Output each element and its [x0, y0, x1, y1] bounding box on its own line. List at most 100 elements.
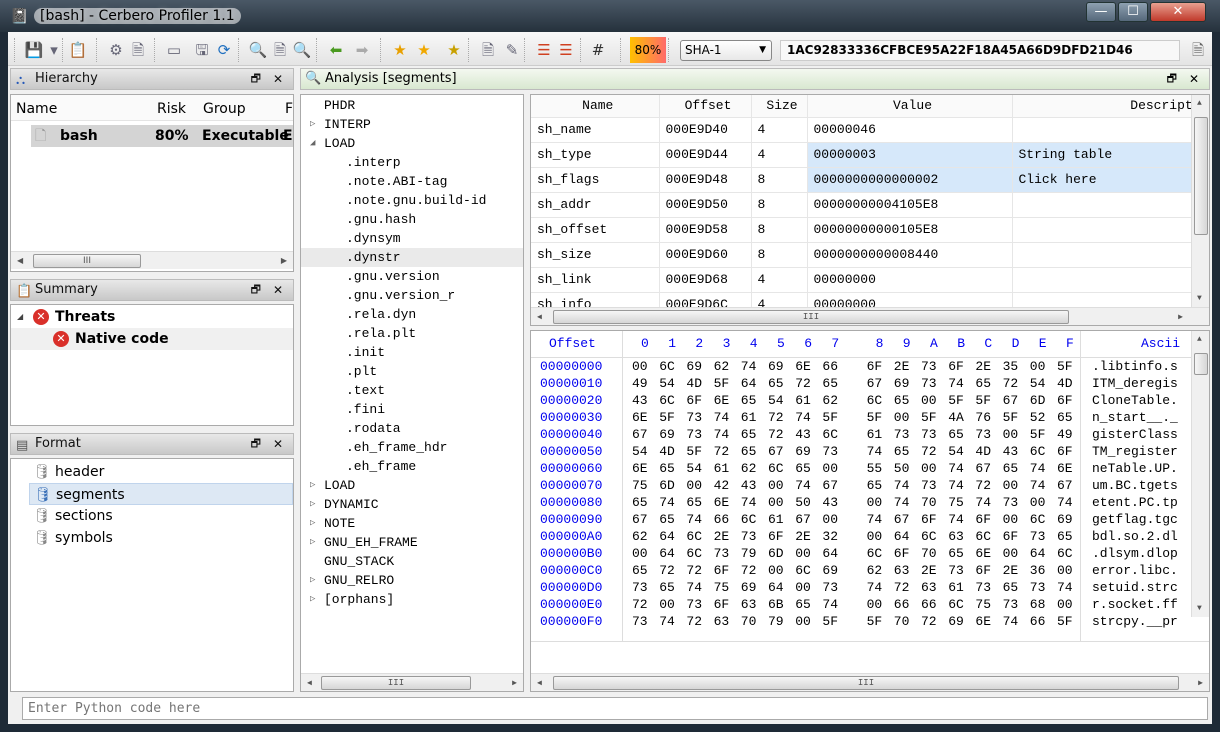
close-icon[interactable]: ✕ — [273, 434, 283, 454]
hex-byte[interactable]: 73 — [741, 528, 757, 545]
hex-byte[interactable]: 74 — [659, 494, 675, 511]
tree-item[interactable]: GNU_STACK — [301, 552, 523, 571]
hex-byte[interactable]: 75 — [975, 596, 991, 613]
hex-byte[interactable]: 5F — [822, 613, 838, 630]
hex-byte[interactable]: 6F — [975, 511, 991, 528]
hex-byte[interactable]: 6C — [741, 511, 757, 528]
hex-byte[interactable]: 65 — [659, 511, 675, 528]
hex-byte[interactable]: 5F — [867, 409, 883, 426]
hex-byte[interactable]: 00 — [795, 613, 811, 630]
hex-byte[interactable]: 73 — [1003, 494, 1019, 511]
find-x-icon[interactable]: 🔍 — [292, 40, 312, 60]
tree-item[interactable]: .text — [301, 381, 523, 400]
hex-byte[interactable]: 5F — [714, 375, 730, 392]
hex-byte[interactable]: 00 — [1030, 494, 1046, 511]
hex-byte[interactable]: 73 — [632, 579, 648, 596]
hex-byte[interactable]: 5F — [975, 392, 991, 409]
hex-byte[interactable]: 42 — [714, 477, 730, 494]
python-input[interactable] — [22, 697, 1208, 720]
hex-byte[interactable]: 52 — [1030, 409, 1046, 426]
save-disk-icon[interactable]: 🖫 — [192, 40, 212, 60]
hex-view[interactable]: ▲ ▼ ◀ III ▶ Offset 0 1 2 3 4 5 6 7 8 9 A B C D E F Ascii 0000… — [530, 330, 1210, 692]
hex-vscrollbar[interactable]: ▲ ▼ — [1191, 331, 1209, 617]
star-icon[interactable]: ★ — [414, 40, 434, 60]
hex-byte[interactable]: 6F — [921, 511, 937, 528]
hex-row[interactable]: 00000010 49 54 4D 5F 64 65 72 65 67 69 73 74 65 72 54 4D… — [531, 375, 1191, 392]
hex-byte[interactable]: 66 — [921, 596, 937, 613]
bookmark-globe-icon[interactable]: ★ — [390, 40, 410, 60]
hex-byte[interactable]: 68 — [1030, 596, 1046, 613]
hex-byte[interactable]: 00 — [822, 511, 838, 528]
hex-byte[interactable]: 73 — [1030, 579, 1046, 596]
hex-byte[interactable]: 50 — [894, 460, 910, 477]
hash-algorithm-select[interactable]: SHA-1 ▼ — [680, 40, 772, 61]
hex-byte[interactable]: 73 — [1003, 596, 1019, 613]
hex-byte[interactable]: 72 — [921, 613, 937, 630]
hex-byte[interactable]: 73 — [822, 443, 838, 460]
hex-byte[interactable]: 73 — [686, 409, 702, 426]
hex-byte[interactable]: 74 — [948, 375, 964, 392]
hex-byte[interactable]: 00 — [632, 545, 648, 562]
hex-byte[interactable]: 73 — [632, 613, 648, 630]
hex-row[interactable]: 00000090 67 65 74 66 6C 61 67 00 74 67 6F 74 6F 00 6C 69… — [531, 511, 1191, 528]
col-format[interactable]: Fo — [285, 95, 293, 123]
hex-byte[interactable]: 76 — [975, 409, 991, 426]
hex-row[interactable]: 00000070 75 6D 00 42 43 00 74 67 65 74 73 74 72 00 74 67… — [531, 477, 1191, 494]
zoom-in-icon[interactable]: 🔍 — [248, 40, 268, 60]
hex-byte[interactable]: 74 — [1030, 477, 1046, 494]
hex-byte[interactable]: 74 — [686, 511, 702, 528]
hex-byte[interactable]: 00 — [921, 392, 937, 409]
hex-byte[interactable]: 69 — [768, 358, 784, 375]
tree-item[interactable]: .rela.plt — [301, 324, 523, 343]
hex-byte[interactable]: 61 — [867, 426, 883, 443]
hex-row[interactable]: 00000020 43 6C 6F 6E 65 54 61 62 6C 65 00 5F 5F 67 6D 6F… — [531, 392, 1191, 409]
hex-byte[interactable]: 6E — [975, 545, 991, 562]
hex-byte[interactable]: 65 — [1003, 460, 1019, 477]
close-icon[interactable]: ✕ — [1189, 69, 1199, 89]
hex-byte[interactable]: 74 — [867, 579, 883, 596]
hex-byte[interactable]: 64 — [768, 579, 784, 596]
tree-item[interactable]: .dynstr — [301, 248, 523, 267]
hex-byte[interactable]: 2E — [894, 358, 910, 375]
hex-byte[interactable]: 62 — [822, 392, 838, 409]
hex-byte[interactable]: 00 — [795, 545, 811, 562]
hex-byte[interactable]: 36 — [1030, 562, 1046, 579]
hex-byte[interactable]: 43 — [822, 494, 838, 511]
hex-byte[interactable]: 74 — [714, 426, 730, 443]
column-header[interactable]: Name — [531, 95, 660, 118]
hex-byte[interactable]: 6E — [795, 358, 811, 375]
hex-byte[interactable]: 2E — [795, 528, 811, 545]
hex-byte[interactable]: 69 — [894, 375, 910, 392]
layout-search-icon[interactable]: ☰ — [556, 40, 576, 60]
table-row[interactable]: sh_type 000E9D44 4 00000003 String table — [531, 142, 1209, 168]
hex-byte[interactable]: 73 — [714, 545, 730, 562]
hex-byte[interactable]: 67 — [632, 426, 648, 443]
hex-row[interactable]: 000000F0 73 74 72 63 70 79 00 5F 5F 70 72 69 6E 74 66 5F… — [531, 613, 1191, 630]
expand-arrow-icon[interactable]: ◢ — [17, 306, 23, 328]
hex-byte[interactable]: 49 — [1057, 426, 1073, 443]
hex-byte[interactable]: 4D — [686, 375, 702, 392]
hex-byte[interactable]: 6C — [1057, 545, 1073, 562]
format-item-segments[interactable]: 🛢 segments — [29, 483, 293, 505]
hex-byte[interactable]: 67 — [768, 443, 784, 460]
hex-byte[interactable]: 65 — [795, 596, 811, 613]
hex-byte[interactable]: 73 — [822, 579, 838, 596]
tree-item[interactable]: .init — [301, 343, 523, 362]
settings-doc-icon[interactable]: 🗎 — [128, 40, 148, 60]
hex-byte[interactable]: 00 — [1030, 358, 1046, 375]
hex-byte[interactable]: 73 — [921, 477, 937, 494]
hex-byte[interactable]: 74 — [795, 477, 811, 494]
hex-row[interactable]: 000000A0 62 64 6C 2E 73 6F 2E 32 00 64 6C 63 6C 6F 73 65… — [531, 528, 1191, 545]
hex-byte[interactable]: 5F — [1030, 426, 1046, 443]
expand-arrow-icon[interactable]: ▷ — [310, 571, 315, 590]
table-row[interactable]: sh_flags 000E9D48 8 0000000000000002 Click h… — [531, 167, 1209, 193]
hex-byte[interactable]: 63 — [948, 528, 964, 545]
hex-byte[interactable]: 55 — [867, 460, 883, 477]
hex-byte[interactable]: 72 — [741, 562, 757, 579]
hex-byte[interactable]: 74 — [948, 511, 964, 528]
hex-byte[interactable]: 43 — [632, 392, 648, 409]
hex-byte[interactable]: 65 — [659, 579, 675, 596]
format-item-symbols[interactable]: 🛢 symbols — [29, 527, 293, 549]
hex-byte[interactable]: 6D — [768, 545, 784, 562]
tree-item[interactable]: .gnu.version — [301, 267, 523, 286]
